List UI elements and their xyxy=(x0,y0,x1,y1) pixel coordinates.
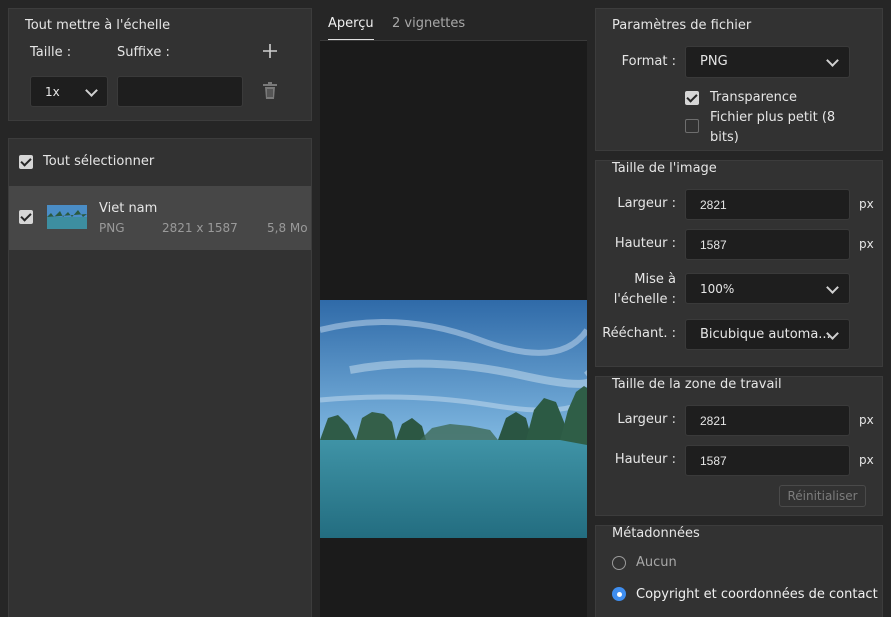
chevron-down-icon xyxy=(826,54,839,67)
canvas-width-label: Largeur : xyxy=(617,412,676,427)
tab-two-up-label: 2 vignettes xyxy=(392,16,466,31)
asset-thumbnail xyxy=(47,205,87,229)
transparency-label: Transparence xyxy=(710,90,798,105)
smaller-file-label-line1: Fichier plus petit (8 xyxy=(710,110,836,125)
scale-percent-select[interactable]: 100% xyxy=(685,273,850,304)
format-label: Format : xyxy=(621,54,676,69)
tab-preview[interactable]: Aperçu xyxy=(328,16,374,41)
tab-preview-label: Aperçu xyxy=(328,16,374,31)
smaller-file-checkbox[interactable] xyxy=(685,119,699,133)
scale-select[interactable]: 1x xyxy=(30,76,108,107)
trash-icon[interactable] xyxy=(262,82,278,100)
suffix-label: Suffixe : xyxy=(117,45,170,60)
tab-two-up[interactable]: 2 vignettes xyxy=(392,16,465,31)
size-label: Taille : xyxy=(30,45,72,60)
canvas-height-unit: px xyxy=(859,453,874,467)
scale-select-value: 1x xyxy=(45,85,60,99)
transparency-checkbox[interactable] xyxy=(685,91,699,105)
metadata-copyright-label: Copyright et coordonnées de contact xyxy=(636,587,878,602)
preview-image xyxy=(320,300,587,538)
asset-name: Viet nam xyxy=(99,201,158,216)
image-width-label: Largeur : xyxy=(617,196,676,211)
image-width-input[interactable] xyxy=(685,189,850,220)
asset-size: 5,8 Mo xyxy=(267,221,308,235)
reset-button[interactable]: Réinitialiser xyxy=(779,485,866,507)
chevron-down-icon xyxy=(85,84,98,97)
canvas-size-title: Taille de la zone de travail xyxy=(612,377,782,392)
radio-dot xyxy=(616,591,622,597)
smaller-file-label: Fichier plus petit (8 bits) xyxy=(710,108,835,148)
resample-select-value: Bicubique automa... xyxy=(700,327,831,342)
scale-label: Mise à l'échelle : xyxy=(596,270,676,310)
scale-percent-value: 100% xyxy=(700,282,735,296)
suffix-input[interactable] xyxy=(117,76,243,107)
image-height-unit: px xyxy=(859,237,874,251)
resample-label: Rééchant. : xyxy=(602,326,676,341)
file-settings-title: Paramètres de fichier xyxy=(612,18,752,33)
select-all-label: Tout sélectionner xyxy=(43,154,155,169)
image-height-label: Hauteur : xyxy=(614,236,676,251)
image-height-input[interactable] xyxy=(685,229,850,260)
image-width-unit: px xyxy=(859,197,874,211)
scale-label-line2: l'échelle : xyxy=(613,292,676,307)
metadata-none-label: Aucun xyxy=(636,555,677,570)
select-all-checkbox[interactable] xyxy=(19,155,33,169)
chevron-down-icon xyxy=(826,281,839,294)
canvas-width-input[interactable] xyxy=(685,405,850,436)
add-scale-icon[interactable] xyxy=(262,43,278,59)
scale-panel-title: Tout mettre à l'échelle xyxy=(25,18,171,33)
reset-button-label: Réinitialiser xyxy=(787,489,858,503)
canvas-height-label: Hauteur : xyxy=(614,452,676,467)
asset-dimensions: 2821 x 1587 xyxy=(162,221,238,235)
format-select-value: PNG xyxy=(700,54,728,69)
image-size-title: Taille de l'image xyxy=(612,161,717,176)
smaller-file-label-line2: bits) xyxy=(710,130,739,145)
asset-format: PNG xyxy=(99,221,125,235)
canvas-height-input[interactable] xyxy=(685,445,850,476)
canvas-width-unit: px xyxy=(859,413,874,427)
format-select[interactable]: PNG xyxy=(685,46,850,78)
metadata-none-radio[interactable] xyxy=(612,556,626,570)
scale-label-line1: Mise à xyxy=(634,272,676,287)
metadata-copyright-radio[interactable] xyxy=(612,587,626,601)
asset-checkbox[interactable] xyxy=(19,210,33,224)
metadata-title: Métadonnées xyxy=(612,526,700,541)
resample-select[interactable]: Bicubique automa... xyxy=(685,319,850,350)
